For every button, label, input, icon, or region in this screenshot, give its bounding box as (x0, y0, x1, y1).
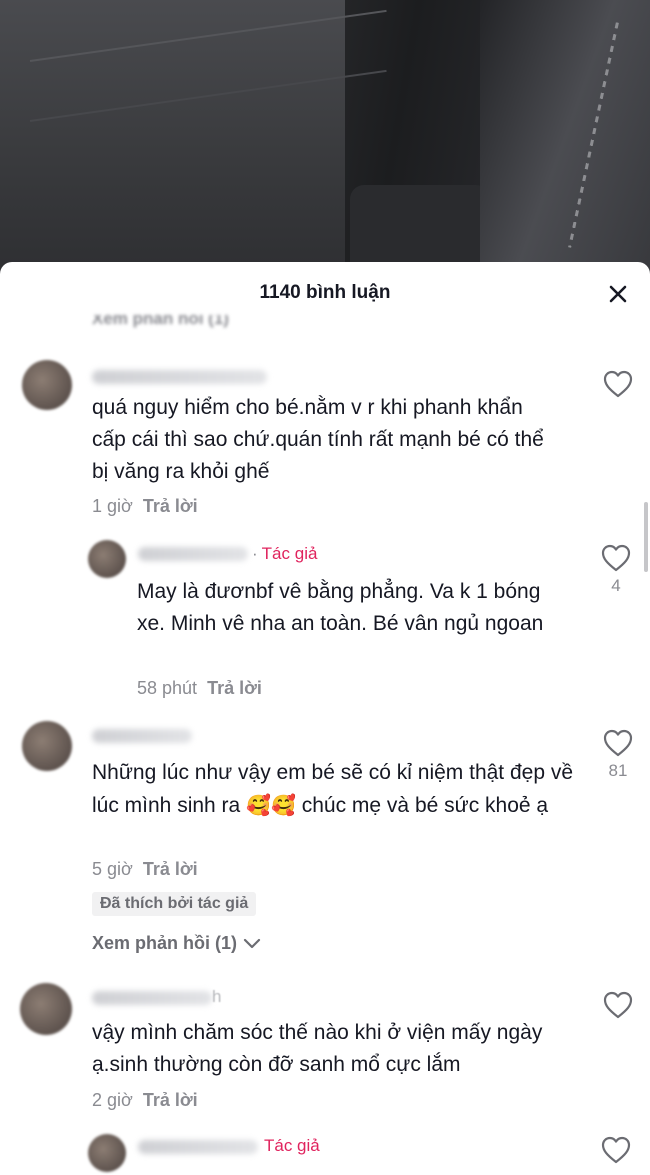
leather-seat-image (480, 0, 650, 275)
like-button[interactable] (598, 370, 638, 398)
liked-by-creator-badge: Đã thích bởi tác giả (92, 892, 257, 916)
comments-sheet: 1140 bình luận Xem phản hồi (1) quá nguy… (0, 262, 650, 1175)
comment-meta: 1 giờ Trả lời (92, 496, 198, 517)
comment-time: 58 phút (137, 678, 198, 698)
video-background (0, 0, 650, 275)
username-fragment: h (212, 987, 222, 1006)
avatar[interactable] (20, 983, 72, 1035)
reply-button[interactable]: Trả lời (207, 678, 262, 698)
like-button[interactable] (598, 991, 638, 1019)
comment-text: vậy mình chăm sóc thế nào khi ở viện mấy… (92, 1021, 543, 1076)
avatar[interactable] (88, 540, 126, 578)
avatar[interactable] (88, 1134, 126, 1172)
reply-button[interactable]: Trả lời (143, 1090, 198, 1110)
previous-view-replies-link[interactable]: Xem phản hồi (1) (92, 315, 229, 329)
like-count: 81 (608, 761, 628, 780)
comment-count-title: 1140 bình luận (259, 282, 391, 303)
username[interactable] (92, 370, 267, 384)
comment-text: May là đươnbf vê bằng phẳng. Va k 1 bóng… (137, 580, 544, 635)
author-tag: Tác giả (264, 1136, 320, 1155)
like-button[interactable]: 4 (596, 544, 636, 596)
username[interactable] (138, 1140, 258, 1154)
username[interactable] (138, 547, 248, 561)
comment-text: quá nguy hiểm cho bé.nằm v r khi phanh k… (92, 396, 544, 483)
comment-time: 2 giờ (92, 1090, 133, 1110)
chevron-down-icon (243, 938, 261, 948)
avatar[interactable] (22, 721, 72, 771)
smiling-face-hearts-emoji: 🥰🥰 (246, 793, 296, 817)
comment-text-part: chúc mẹ và bé sức khoẻ ạ (295, 794, 549, 817)
comment-meta: 58 phút Trả lời (137, 678, 262, 699)
author-tag: · Tác giả (252, 544, 318, 563)
username[interactable] (92, 729, 192, 743)
heart-outline-icon (603, 729, 633, 757)
view-replies-label: Xem phản hồi (1) (92, 933, 238, 953)
comment-meta: 5 giờ Trả lời (92, 859, 198, 880)
reply-button[interactable]: Trả lời (143, 859, 198, 879)
author-tag-label: Tác giả (261, 544, 318, 563)
comment-text: Những lúc như vậy em bé sẽ có kỉ niệm th… (92, 757, 582, 822)
heart-outline-icon (603, 370, 633, 398)
close-icon (609, 285, 627, 303)
like-count: 4 (611, 576, 621, 595)
heart-outline-icon (603, 991, 633, 1019)
avatar[interactable] (22, 360, 72, 410)
username[interactable] (92, 991, 212, 1005)
view-replies-link[interactable]: Xem phản hồi (1) (92, 933, 261, 954)
close-button[interactable] (604, 280, 632, 308)
reply-button[interactable]: Trả lời (143, 496, 198, 516)
like-button[interactable] (596, 1136, 636, 1164)
heart-outline-icon (601, 1136, 631, 1164)
scrollbar-thumb[interactable] (644, 502, 648, 572)
comment-time: 5 giờ (92, 859, 133, 879)
comment-time: 1 giờ (92, 496, 133, 516)
comment-meta: 2 giờ Trả lời (92, 1090, 198, 1111)
like-button[interactable]: 81 (598, 729, 638, 781)
heart-outline-icon (601, 544, 631, 572)
